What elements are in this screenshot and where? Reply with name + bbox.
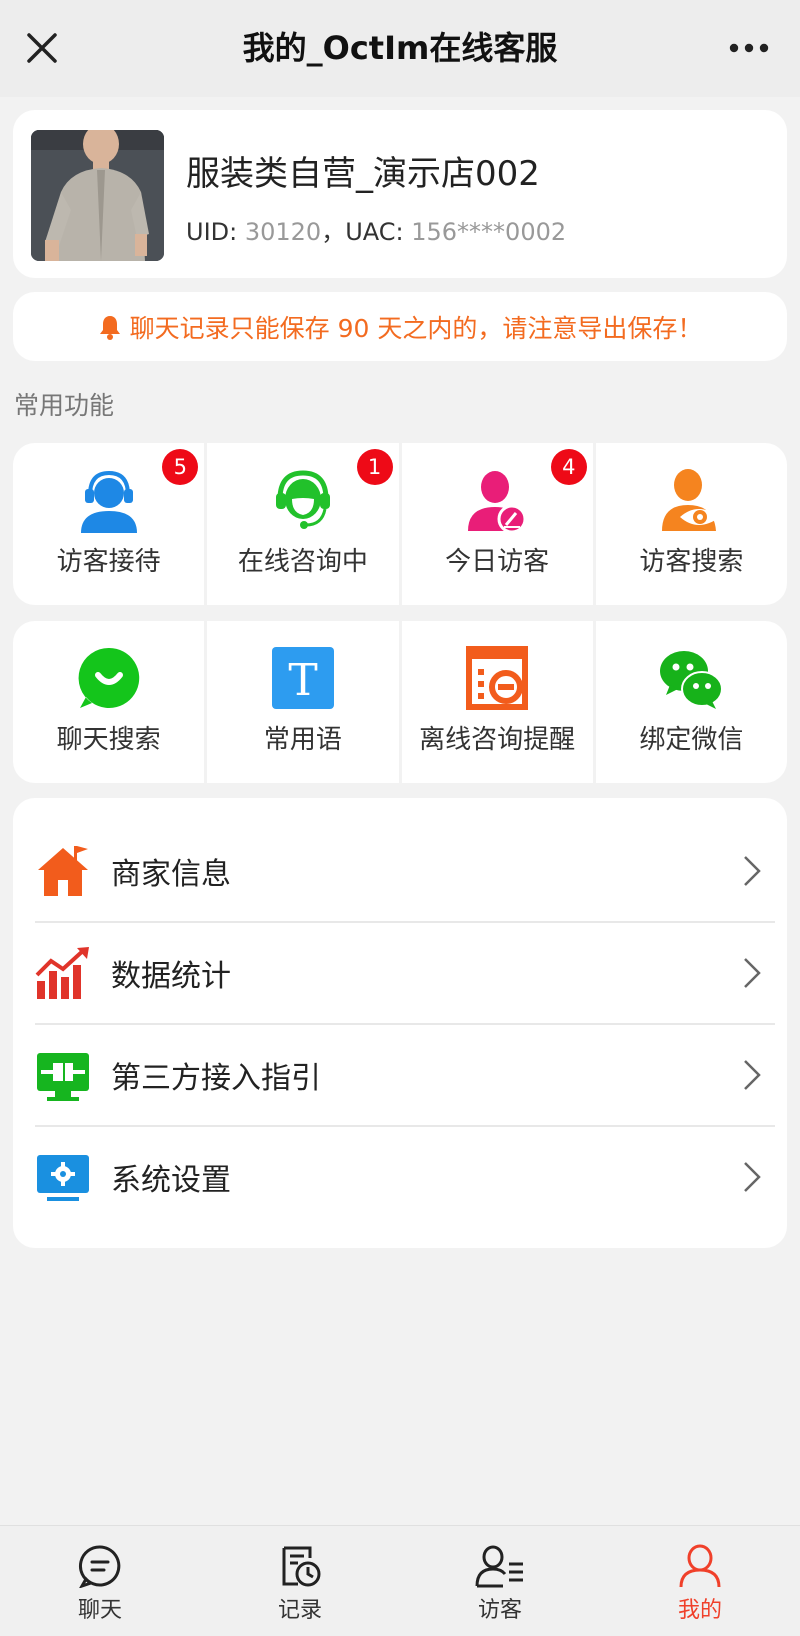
uid-info: UID: 30120，UAC: 156****0002 (186, 212, 566, 247)
section-title: 常用功能 (14, 391, 115, 420)
title-bar: 我的_OctIm在线客服 (0, 0, 800, 97)
tab-label: 记录 (277, 1598, 322, 1623)
statistics-chart-icon (35, 945, 91, 1001)
more-dots-icon (729, 43, 769, 53)
function-grid-row2: 聊天搜索 T 常用语 离线咨询提醒 绑定微信 (13, 621, 787, 783)
badge-count: 5 (162, 449, 199, 485)
tab-chat[interactable]: 聊天 (0, 1526, 200, 1636)
more-button[interactable] (724, 30, 774, 66)
notice-banner: 聊天记录只能保存 90 天之内的，请注意导出保存！ (13, 292, 787, 361)
menu-label: 商家信息 (111, 857, 231, 892)
menu-label: 第三方接入指引 (111, 1061, 321, 1096)
function-label: 离线咨询提醒 (419, 725, 576, 755)
menu-item-statistics[interactable]: 数据统计 (35, 922, 767, 1024)
text-t-icon: T (268, 643, 338, 713)
function-visitor-reception[interactable]: 5 访客接待 (13, 443, 208, 605)
function-offline-reminder[interactable]: 离线咨询提醒 (402, 621, 596, 783)
badge-count: 1 (356, 449, 393, 485)
profile-icon (674, 1542, 726, 1590)
function-bind-wechat[interactable]: 绑定微信 (596, 621, 787, 783)
function-label: 访客搜索 (639, 547, 744, 577)
uid-label: UID: (186, 218, 245, 246)
tab-label: 聊天 (77, 1598, 122, 1623)
page-title: 我的_OctIm在线客服 (242, 29, 558, 67)
shop-home-icon (35, 843, 91, 899)
function-chat-search[interactable]: 聊天搜索 (13, 621, 208, 783)
chevron-right-icon (737, 953, 767, 993)
badge-count: 4 (550, 449, 587, 485)
wechat-icon (656, 643, 726, 713)
function-label: 在线咨询中 (237, 547, 368, 577)
chat-smile-icon (74, 643, 144, 713)
menu-item-shop-info[interactable]: 商家信息 (35, 820, 767, 922)
menu-label: 系统设置 (111, 1163, 231, 1198)
chevron-right-icon (737, 1055, 767, 1095)
user-eye-icon (656, 465, 726, 535)
uac-label: UAC: (345, 218, 412, 246)
user-edit-icon (462, 465, 532, 535)
function-label: 今日访客 (445, 547, 550, 577)
settings-monitor-icon (35, 1149, 91, 1205)
chat-icon (74, 1542, 126, 1590)
headset-user-icon (74, 465, 144, 535)
chevron-right-icon (737, 1157, 767, 1197)
shop-name: 服装类自营_演示店002 (186, 154, 540, 194)
svg-text:T: T (288, 655, 317, 706)
uid-value: 30120 (244, 218, 322, 246)
function-online-consulting[interactable]: 1 在线咨询中 (207, 443, 402, 605)
function-label: 访客接待 (56, 547, 161, 577)
avatar (31, 130, 164, 261)
function-common-phrases[interactable]: T 常用语 (207, 621, 402, 783)
menu-item-third-party-guide[interactable]: 第三方接入指引 (35, 1024, 767, 1126)
settings-menu: 商家信息 数据统计 第三方接入指引 系统设置 (13, 798, 787, 1248)
function-label: 聊天搜索 (56, 725, 161, 755)
chevron-right-icon (737, 851, 767, 891)
function-label: 常用语 (263, 725, 342, 755)
offline-notice-icon (462, 643, 532, 713)
tab-visitors[interactable]: 访客 (400, 1526, 600, 1636)
uac-value: 156****0002 (411, 218, 567, 246)
visitor-list-icon (474, 1542, 526, 1590)
menu-label: 数据统计 (111, 959, 231, 994)
bell-icon (98, 314, 122, 340)
function-visitor-search[interactable]: 访客搜索 (596, 443, 787, 605)
uid-separator: ， (321, 218, 346, 246)
plug-connect-icon (35, 1047, 91, 1103)
function-grid-row1: 5 访客接待 1 在线咨询中 4 今日访客 访客搜索 (13, 443, 787, 605)
tab-mine[interactable]: 我的 (600, 1526, 800, 1636)
tab-label: 我的 (677, 1598, 722, 1623)
bottom-tab-bar: 聊天 记录 访客 我的 (0, 1525, 800, 1636)
notice-text: 聊天记录只能保存 90 天之内的，请注意导出保存！ (129, 313, 703, 343)
tab-records[interactable]: 记录 (200, 1526, 400, 1636)
function-today-visitors[interactable]: 4 今日访客 (402, 443, 596, 605)
menu-item-system-settings[interactable]: 系统设置 (35, 1126, 767, 1228)
record-clock-icon (274, 1542, 326, 1590)
support-agent-icon (268, 465, 338, 535)
tab-label: 访客 (477, 1598, 522, 1623)
profile-card[interactable]: 服装类自营_演示店002 UID: 30120，UAC: 156****0002 (13, 110, 787, 278)
function-label: 绑定微信 (639, 725, 744, 755)
